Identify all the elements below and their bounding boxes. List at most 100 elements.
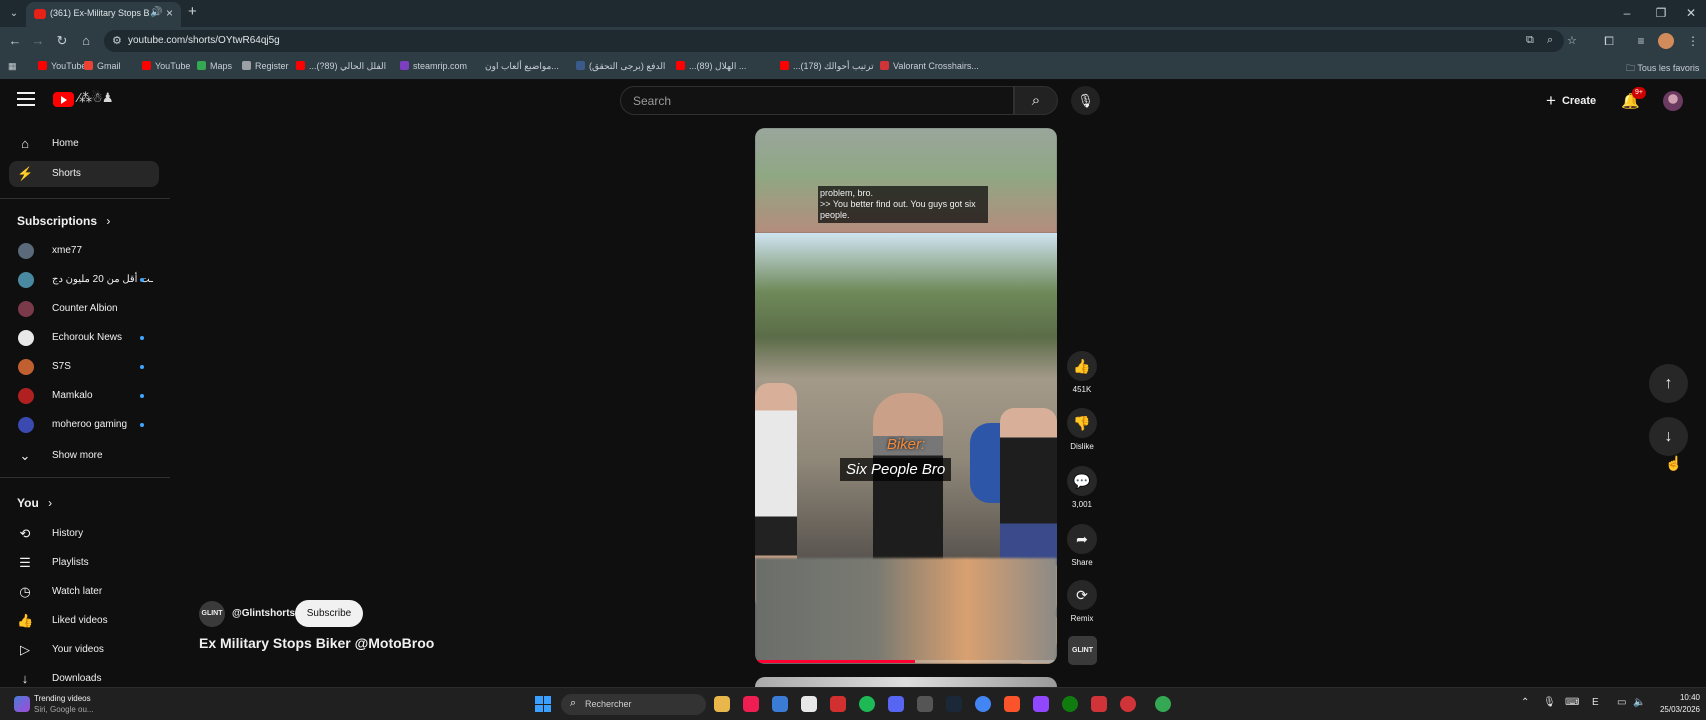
network-icon[interactable]: ▭ [1617,697,1626,708]
bookmark-item[interactable]: مواضيع ألعاب اون... [472,61,559,72]
app-icon[interactable] [1120,696,1136,712]
sound-thumbnail[interactable]: GLINT [1068,636,1097,665]
clock-time[interactable]: 10:40 [1666,693,1700,702]
bookmark-item[interactable]: YouTube [142,61,190,71]
app-icon[interactable] [1091,696,1107,712]
language-icon[interactable]: E [1592,697,1599,708]
taskbar-search[interactable]: ⌕ Rechercher [561,694,706,715]
tab-audio-icon[interactable]: 🔊 [150,7,162,18]
tiktok-icon[interactable] [743,696,759,712]
app-icon[interactable] [1033,696,1049,712]
steam-icon[interactable] [946,696,962,712]
dislike-button[interactable]: 👎 Dislike [1067,408,1097,451]
account-avatar[interactable] [1663,91,1683,111]
sidebar-item-liked[interactable]: 👍 Liked videos [9,608,159,634]
sidebar-item-history[interactable]: ⟲ History [9,521,159,547]
bookmark-item[interactable]: Gmail [84,61,121,71]
site-info-icon[interactable]: ⚙ [112,34,122,47]
keyboard-icon[interactable]: ⌨ [1565,697,1579,708]
bookmark-item[interactable]: Maps [197,61,232,71]
bookmark-item[interactable]: ...الفلل الحالي (89?) [296,61,386,72]
file-explorer-icon[interactable] [714,696,730,712]
bookmark-item[interactable]: steamrip.com [400,61,467,71]
active-tab[interactable]: (361) Ex-Military Stops Bik... 🔊 × [26,2,181,27]
clock-date[interactable]: 25/03/2026 [1650,705,1700,714]
video-title[interactable]: Ex Military Stops Biker @MotoBroo [199,635,434,651]
search-box[interactable] [620,86,1014,115]
sidebar-subscription-item[interactable]: Echorouk News [9,325,159,351]
tray-overflow-icon[interactable]: ⌃ [1521,697,1529,708]
reload-button[interactable]: ↻ [53,32,71,50]
discord-icon[interactable] [888,696,904,712]
extensions-icon[interactable]: ⧠ [1600,32,1618,50]
home-button[interactable]: ⌂ [77,32,95,50]
sidebar-subscription-item[interactable]: ـت أقل من 20 مليون دج [9,267,159,293]
close-window-button[interactable]: ✕ [1678,3,1704,23]
bookmark-item[interactable]: ...(178) ترتيب أحوالك [780,61,874,72]
app-icon[interactable] [772,696,788,712]
youtube-logo[interactable] [53,92,74,107]
sidebar-subscription-item[interactable]: Counter Albion [9,296,159,322]
sidebar-item-shorts[interactable]: ⚡ Shorts [9,161,159,187]
voice-search-button[interactable]: 🎙 [1071,86,1100,115]
maximize-button[interactable]: ❐ [1648,3,1674,23]
back-button[interactable]: ← [6,32,24,50]
new-tab-button[interactable]: + [188,3,197,20]
open-in-app-icon[interactable]: ⧉ [1526,34,1534,47]
bookmark-item[interactable]: ...الهلال (89) ... [676,61,746,72]
search-input[interactable] [633,93,993,109]
bookmark-item[interactable]: Register [242,61,289,71]
subscribe-button[interactable]: Subscribe [295,600,363,627]
sidebar-subscription-item[interactable]: xme77 [9,238,159,264]
short-video-player[interactable]: problem, bro. >> You better find out. Yo… [755,128,1057,664]
widget-subtitle[interactable]: Siri, Google ou... [34,705,94,714]
bookmark-item[interactable]: Valorant Crosshairs... [880,61,979,71]
next-short-button[interactable]: ↓ [1649,417,1688,456]
widgets-icon[interactable] [14,696,30,712]
tab-close-icon[interactable]: × [166,6,173,20]
subscriptions-heading[interactable]: Subscriptions › [17,214,110,228]
media-control-icon[interactable]: ≡ [1632,32,1650,50]
app-icon[interactable] [801,696,817,712]
microphone-tray-icon[interactable]: 🎙 [1543,697,1556,708]
sidebar-item-watch-later[interactable]: ◷ Watch later [9,579,159,605]
remix-button[interactable]: ⟳ Remix [1067,580,1097,623]
bookmark-item[interactable]: YouTube [38,61,86,71]
channel-avatar[interactable]: GLINT [199,601,225,627]
search-button[interactable]: ⌕ [1014,86,1058,115]
chrome-icon[interactable] [975,696,991,712]
zoom-icon[interactable]: ⌕ [1547,34,1553,47]
address-bar[interactable]: ⚙ youtube.com/shorts/OYtwR64qj5g ⧉ ⌕ ☆ [104,30,1577,52]
comments-button[interactable]: 💬 3,001 [1067,466,1097,509]
show-more-button[interactable]: ⌄ Show more [9,443,159,469]
sidebar-subscription-item[interactable]: moheroo gaming [9,412,159,438]
app-icon[interactable] [830,696,846,712]
create-button[interactable]: + Create [1540,88,1602,114]
chrome-profile-icon[interactable] [1155,696,1171,712]
browser-profile-avatar[interactable] [1658,33,1674,49]
sidebar-item-home[interactable]: ⌂ Home [9,131,159,157]
start-button[interactable] [535,696,551,712]
widget-title[interactable]: Trending videos [34,694,91,703]
url-text[interactable]: youtube.com/shorts/OYtwR64qj5g [128,35,280,46]
tab-search-button[interactable]: ⌄ [4,4,24,23]
sidebar-item-your-videos[interactable]: ▷ Your videos [9,637,159,663]
share-button[interactable]: ➦ Share [1067,524,1097,567]
spotify-icon[interactable] [859,696,875,712]
sidebar-subscription-item[interactable]: S7S [9,354,159,380]
brave-icon[interactable] [1004,696,1020,712]
youtube-doodle-icon[interactable]: ⁄⁂☃♟ [78,90,113,106]
minimize-button[interactable]: – [1614,3,1640,23]
guide-menu-icon[interactable] [17,92,35,106]
app-icon[interactable] [917,696,933,712]
bookmark-star-icon[interactable]: ☆ [1567,34,1577,47]
video-progress-bar[interactable] [755,660,1057,663]
volume-icon[interactable]: 🔈 [1633,697,1645,708]
channel-handle[interactable]: @Glintshorts [232,608,295,619]
browser-menu-icon[interactable]: ⋮ [1684,32,1702,50]
sidebar-subscription-item[interactable]: Mamkalo [9,383,159,409]
xbox-icon[interactable] [1062,696,1078,712]
sidebar-item-playlists[interactable]: ☰ Playlists [9,550,159,576]
previous-short-button[interactable]: ↑ [1649,364,1688,403]
you-heading[interactable]: You › [17,496,52,510]
